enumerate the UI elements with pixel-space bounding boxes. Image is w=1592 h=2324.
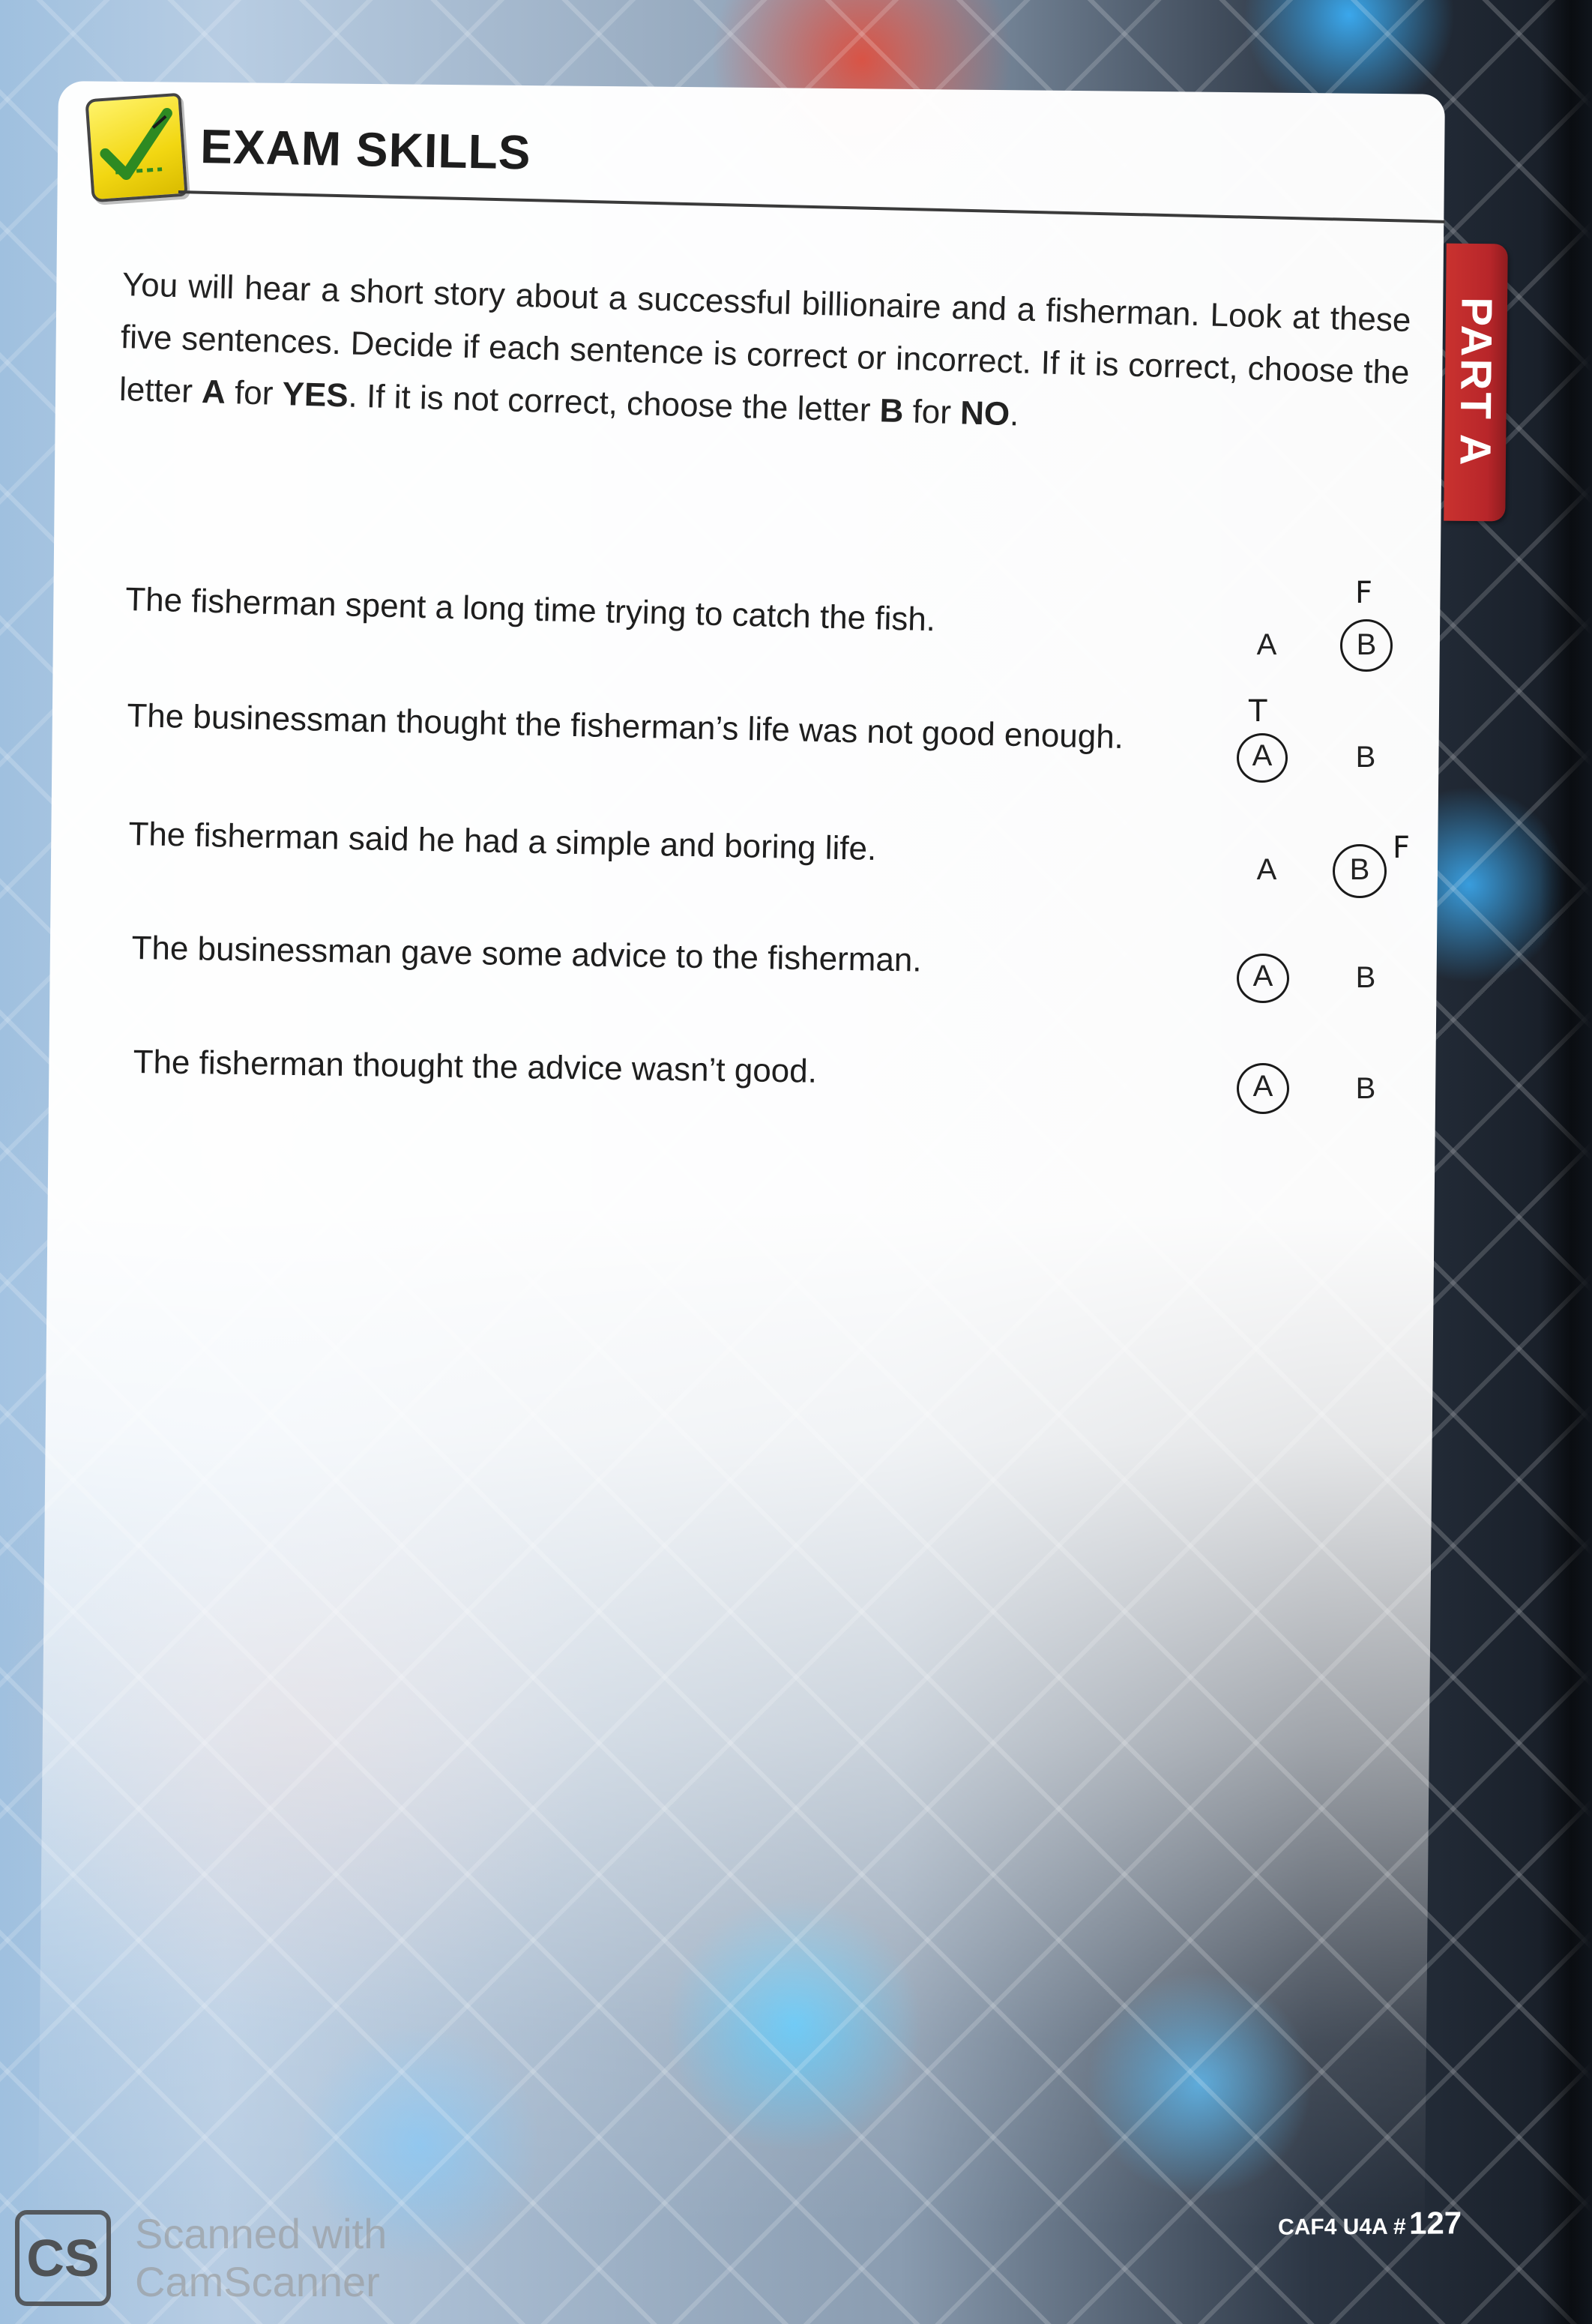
instructions-letter-a: A: [201, 373, 226, 411]
question-3-handwritten-mark: F: [1393, 831, 1411, 865]
instructions-text-4: for: [902, 393, 961, 432]
footer-code: CAF4 U4A #: [1277, 2214, 1406, 2240]
instructions-text-3: . If it is not correct, choose the lette…: [347, 377, 881, 430]
part-tab-label: PART A: [1450, 296, 1501, 469]
instructions-yes: YES: [281, 376, 349, 415]
page-number: 127: [1408, 2205, 1462, 2241]
page-footer: CAF4 U4A # 127: [1278, 2205, 1462, 2242]
question-1-option-b[interactable]: B: [1344, 628, 1389, 662]
camscanner-logo-icon: CS: [15, 2210, 111, 2306]
scanner-watermark: CS Scanned with CamScanner: [15, 2210, 405, 2311]
question-3-option-a[interactable]: A: [1244, 853, 1289, 887]
instructions-no: NO: [959, 394, 1010, 433]
question-3-option-b[interactable]: B: [1337, 853, 1382, 887]
exam-skills-checkmark-icon: [85, 92, 188, 203]
watermark-line-2: CamScanner: [135, 2258, 380, 2305]
question-4-option-b[interactable]: B: [1343, 961, 1388, 995]
question-2-option-b[interactable]: B: [1343, 741, 1388, 774]
question-1-handwritten-mark: F: [1355, 576, 1373, 610]
watermark-line-1: Scanned with: [135, 2210, 388, 2257]
question-1-option-a[interactable]: A: [1244, 628, 1289, 662]
page-title: EXAM SKILLS: [199, 118, 532, 180]
page-edge-shadow: [1540, 0, 1592, 2324]
question-5-option-b[interactable]: B: [1343, 1072, 1388, 1106]
question-4-option-a[interactable]: A: [1240, 960, 1285, 993]
watermark-text: Scanned with CamScanner: [135, 2210, 387, 2306]
instructions-letter-b: B: [878, 392, 905, 430]
instructions-text-2: for: [225, 373, 283, 412]
question-2-option-a[interactable]: A: [1240, 739, 1285, 773]
question-2-handwritten-mark: T: [1249, 694, 1267, 729]
instructions-text-5: .: [1009, 396, 1020, 433]
part-a-tab: PART A: [1444, 243, 1508, 522]
question-5-option-a[interactable]: A: [1240, 1070, 1285, 1104]
